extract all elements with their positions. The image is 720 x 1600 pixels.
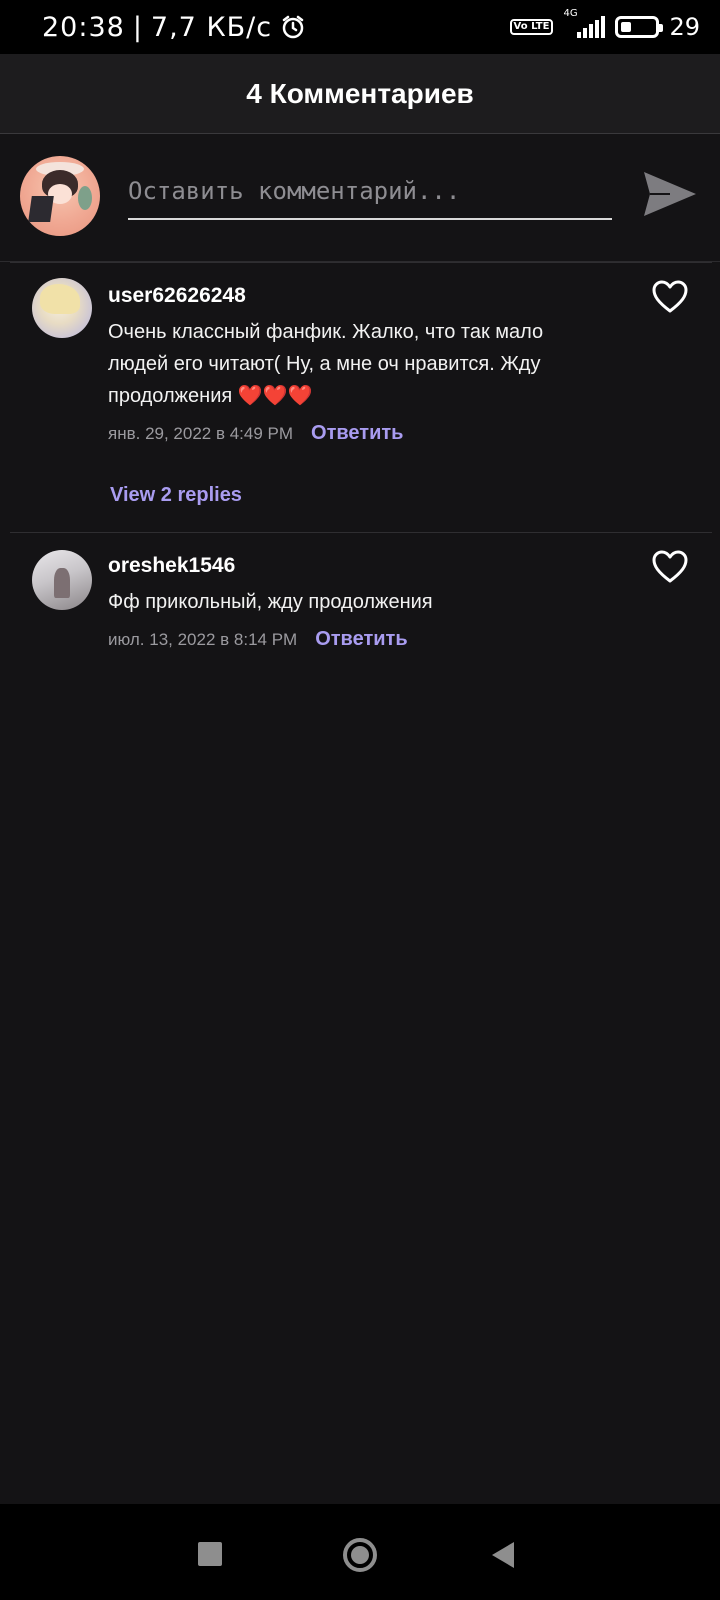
like-button[interactable] bbox=[652, 550, 688, 589]
status-time: 20:38 bbox=[42, 11, 125, 43]
comment-text: Фф прикольный, жду продолжения bbox=[108, 591, 433, 613]
like-button[interactable] bbox=[652, 280, 688, 319]
comment-date: янв. 29, 2022 в 4:49 PM bbox=[108, 423, 294, 443]
comment-meta: июл. 13, 2022 в 8:14 PM Ответить bbox=[108, 628, 408, 651]
reply-button[interactable]: Ответить bbox=[311, 422, 403, 445]
reply-button[interactable]: Ответить bbox=[315, 628, 407, 651]
current-user-avatar bbox=[20, 156, 100, 236]
back-icon[interactable] bbox=[492, 1542, 514, 1568]
status-speed: 7,7 КБ/с bbox=[150, 11, 273, 43]
status-bar: 20:38 | 7,7 КБ/с Vo LTE 4G 29 bbox=[0, 0, 720, 54]
avatar[interactable] bbox=[32, 550, 92, 610]
comment-item: oreshek1546 Фф прикольный, жду продолжен… bbox=[0, 532, 720, 662]
comment-item: user62626248 Очень классный фанфик. Жалк… bbox=[0, 262, 720, 532]
home-icon[interactable] bbox=[343, 1538, 377, 1572]
comment-date: июл. 13, 2022 в 8:14 PM bbox=[108, 629, 298, 649]
comment-username[interactable]: oreshek1546 bbox=[108, 554, 235, 578]
avatar[interactable] bbox=[32, 278, 92, 338]
comments-header: 4 Комментариев bbox=[0, 54, 720, 134]
battery-percent: 29 bbox=[669, 13, 700, 41]
alarm-icon bbox=[282, 15, 304, 39]
recent-apps-icon[interactable] bbox=[198, 1542, 222, 1566]
battery-icon bbox=[615, 16, 664, 38]
comment-meta: янв. 29, 2022 в 4:49 PM Ответить bbox=[108, 422, 403, 445]
page-title: 4 Комментариев bbox=[246, 77, 474, 109]
comment-text: Очень классный фанфик. Жалко, что так ма… bbox=[108, 321, 544, 407]
system-nav-bar bbox=[0, 1504, 720, 1600]
comment-username[interactable]: user62626248 bbox=[108, 284, 246, 308]
heart-outline-icon bbox=[652, 280, 688, 313]
send-button[interactable] bbox=[640, 164, 700, 224]
network-type: 4G bbox=[563, 8, 578, 19]
volte-icon: Vo LTE bbox=[509, 19, 554, 35]
status-right: Vo LTE 4G 29 bbox=[509, 8, 700, 41]
comment-input[interactable] bbox=[128, 170, 612, 220]
status-left: 20:38 | 7,7 КБ/с bbox=[42, 12, 306, 43]
signal-icon: 4G bbox=[563, 8, 606, 40]
heart-outline-icon bbox=[652, 550, 688, 583]
status-separator: | bbox=[132, 11, 143, 43]
comment-composer bbox=[0, 134, 720, 262]
send-icon bbox=[644, 172, 696, 216]
view-replies-button[interactable]: View 2 replies bbox=[110, 484, 242, 507]
